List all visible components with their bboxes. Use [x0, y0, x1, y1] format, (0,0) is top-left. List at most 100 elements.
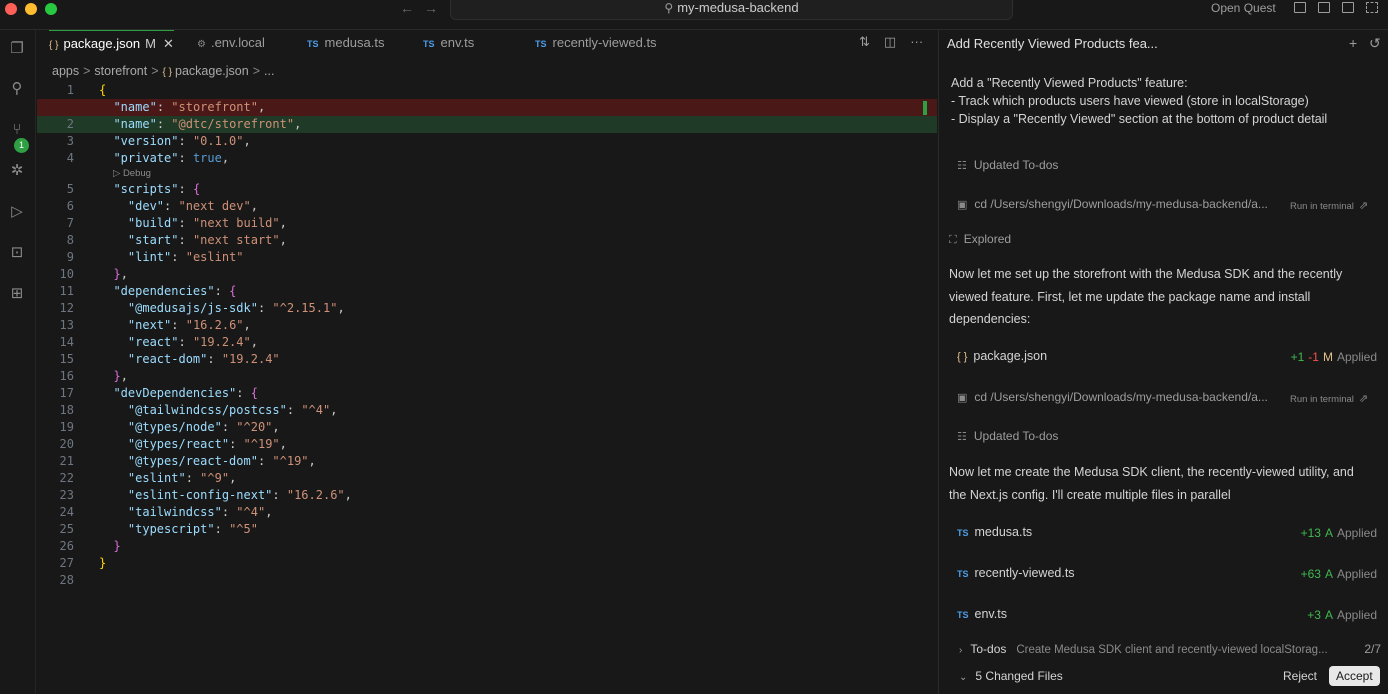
code-line: 17 "devDependencies": { [59, 386, 258, 400]
maximize-window-button[interactable] [45, 3, 57, 15]
breadcrumb-storefront[interactable]: storefront [94, 64, 147, 78]
file-change-env-ts[interactable]: TS env.ts [957, 607, 1007, 621]
tab-env-ts[interactable]: TS env.ts [423, 30, 474, 58]
compare-changes-icon[interactable]: ⇅ [859, 34, 870, 49]
json-file-icon: { } [162, 67, 173, 78]
customize-layout-icon[interactable] [1366, 2, 1378, 13]
typescript-icon: TS [957, 610, 969, 620]
debug-codelens[interactable]: ▷ Debug [113, 168, 151, 179]
checklist-icon: ☷ [957, 431, 967, 443]
tab-recently-viewed-ts[interactable]: TS recently-viewed.ts [535, 30, 657, 58]
code-line: 20 "@types/react": "^19", [59, 437, 287, 451]
updated-todos-item[interactable]: ☷ Updated To-dos [957, 158, 1058, 172]
minimize-window-button[interactable] [25, 3, 37, 15]
code-line: 25 "typescript": "^5" [59, 522, 258, 536]
chat-panel: Add Recently Viewed Products fea... + ↺ … [938, 30, 1388, 694]
code-line: 4 "private": true, [66, 151, 230, 165]
file-change-medusa-ts[interactable]: TS medusa.ts [957, 525, 1032, 539]
code-line: 22 "eslint": "^9", [59, 471, 237, 485]
code-line: 16 }, [59, 369, 128, 383]
split-editor-icon[interactable]: ◫ [884, 34, 896, 49]
chat-title: Add Recently Viewed Products fea... [947, 36, 1158, 51]
terminal-icon: ▣ [957, 199, 968, 211]
editor-actions: ⇅ ◫ ··· [859, 34, 923, 50]
toggle-sidebar-icon[interactable] [1294, 2, 1306, 13]
typescript-icon: TS [423, 39, 435, 49]
explorer-icon[interactable]: ❐ [8, 40, 26, 58]
diff-stat: +3 A Applied [1307, 608, 1377, 622]
terminal-icon: ▣ [957, 392, 968, 404]
close-icon[interactable]: ✕ [163, 36, 174, 51]
run-in-terminal-button[interactable]: Run in terminal ⇗ [1290, 392, 1368, 405]
json-file-icon: { } [957, 351, 968, 363]
toggle-secondary-sidebar-icon[interactable] [1342, 2, 1354, 13]
open-quest-button[interactable]: Open Quest [1211, 1, 1276, 15]
remote-explorer-icon[interactable]: ⊡ [8, 244, 26, 262]
command-center-search[interactable]: ⚲ my-medusa-backend [450, 0, 1013, 20]
extensions-grid-icon[interactable]: ⊞ [8, 285, 26, 303]
external-link-icon: ⇗ [1358, 393, 1369, 405]
back-arrow-icon[interactable]: ← [400, 0, 414, 16]
reject-button[interactable]: Reject [1277, 666, 1323, 686]
diff-stat: +63 A Applied [1300, 567, 1377, 581]
search-icon[interactable]: ⚲ [8, 80, 26, 98]
code-line: 12 "@medusajs/js-sdk": "^2.15.1", [59, 301, 345, 315]
updated-todos-item[interactable]: ☷ Updated To-dos [957, 429, 1058, 443]
close-window-button[interactable] [5, 3, 17, 15]
run-in-terminal-button[interactable]: Run in terminal ⇗ [1290, 199, 1368, 212]
history-icon[interactable]: ↺ [1369, 35, 1381, 52]
user-message: Add a "Recently Viewed Products" feature… [951, 76, 1328, 126]
chevron-down-icon: ⌄ [959, 672, 968, 683]
editor-tabs: { } package.json M ✕ ⚙ .env.local TS medusa.t… [37, 30, 937, 58]
terminal-command-item[interactable]: ▣ cd /Users/shengyi/Downloads/my-medusa-b… [957, 197, 1268, 211]
title-bar: ← → ⚲ my-medusa-backend Open Quest [0, 0, 1388, 30]
window-title: my-medusa-backend [677, 0, 799, 15]
code-line: 10 }, [59, 267, 128, 281]
code-line: 24 "tailwindcss": "^4", [59, 505, 273, 519]
tab-env-local[interactable]: ⚙ .env.local [197, 30, 265, 58]
typescript-icon: TS [307, 39, 319, 49]
extensions-icon[interactable]: ✲ [8, 162, 26, 180]
terminal-command-item[interactable]: ▣ cd /Users/shengyi/Downloads/my-medusa-b… [957, 390, 1268, 404]
code-line: 7 "build": "next build", [66, 216, 287, 230]
tab-medusa-ts[interactable]: TS medusa.ts [307, 30, 385, 58]
assistant-message: Now let me create the Medusa SDK client,… [949, 465, 1354, 502]
todos-count: 2/7 [1364, 642, 1381, 656]
checklist-icon: ☷ [957, 160, 967, 172]
diff-stat: +13 A Applied [1300, 526, 1377, 540]
typescript-icon: TS [535, 39, 547, 49]
code-line: 14 "react": "19.2.4", [59, 335, 258, 349]
more-actions-icon[interactable]: ··· [910, 34, 923, 49]
source-control-icon[interactable]: ⑂ [8, 121, 26, 139]
typescript-icon: TS [957, 569, 969, 579]
toggle-panel-icon[interactable] [1318, 2, 1330, 13]
external-link-icon: ⇗ [1358, 200, 1369, 212]
code-line: 23 "eslint-config-next": "16.2.6", [59, 488, 352, 502]
activity-bar: ❐ ⚲ ⑂ 1 ✲ ▷ ⊡ ⊞ [0, 30, 36, 694]
json-file-icon: { } [49, 40, 59, 51]
breadcrumb-package-json[interactable]: package.json [175, 64, 249, 78]
diff-stat: +1 -1 M Applied [1290, 350, 1377, 364]
code-line: 15 "react-dom": "19.2.4" [59, 352, 280, 366]
file-change-package-json[interactable]: { } package.json [957, 349, 1047, 363]
forward-arrow-icon[interactable]: → [424, 0, 438, 16]
source-control-badge: 1 [14, 138, 29, 153]
code-line: 3 "version": "0.1.0", [66, 134, 251, 148]
code-line: 19 "@types/node": "^20", [59, 420, 280, 434]
tab-package-json[interactable]: { } package.json M ✕ [49, 30, 174, 58]
code-line: 11 "dependencies": { [59, 284, 237, 298]
todos-summary[interactable]: › To-dos Create Medusa SDK client and rece… [959, 642, 1381, 656]
explored-item[interactable]: ⛶ Explored [949, 232, 1011, 247]
explore-icon: ⛶ [949, 234, 957, 246]
new-chat-icon[interactable]: + [1349, 35, 1357, 51]
code-line: 8 "start": "next start", [66, 233, 287, 247]
code-line: 28 [59, 573, 74, 587]
code-line-added: 2 "name": "@dtc/storefront", [37, 116, 937, 133]
run-debug-icon[interactable]: ▷ [8, 203, 26, 221]
changed-files-toggle[interactable]: ⌄ 5 Changed Files [959, 669, 1063, 683]
code-line: 26 } [59, 539, 121, 553]
breadcrumb-apps[interactable]: apps [52, 64, 79, 78]
accept-button[interactable]: Accept [1329, 666, 1380, 686]
file-change-recently-viewed-ts[interactable]: TS recently-viewed.ts [957, 566, 1075, 580]
breadcrumb-more[interactable]: ... [264, 64, 274, 78]
